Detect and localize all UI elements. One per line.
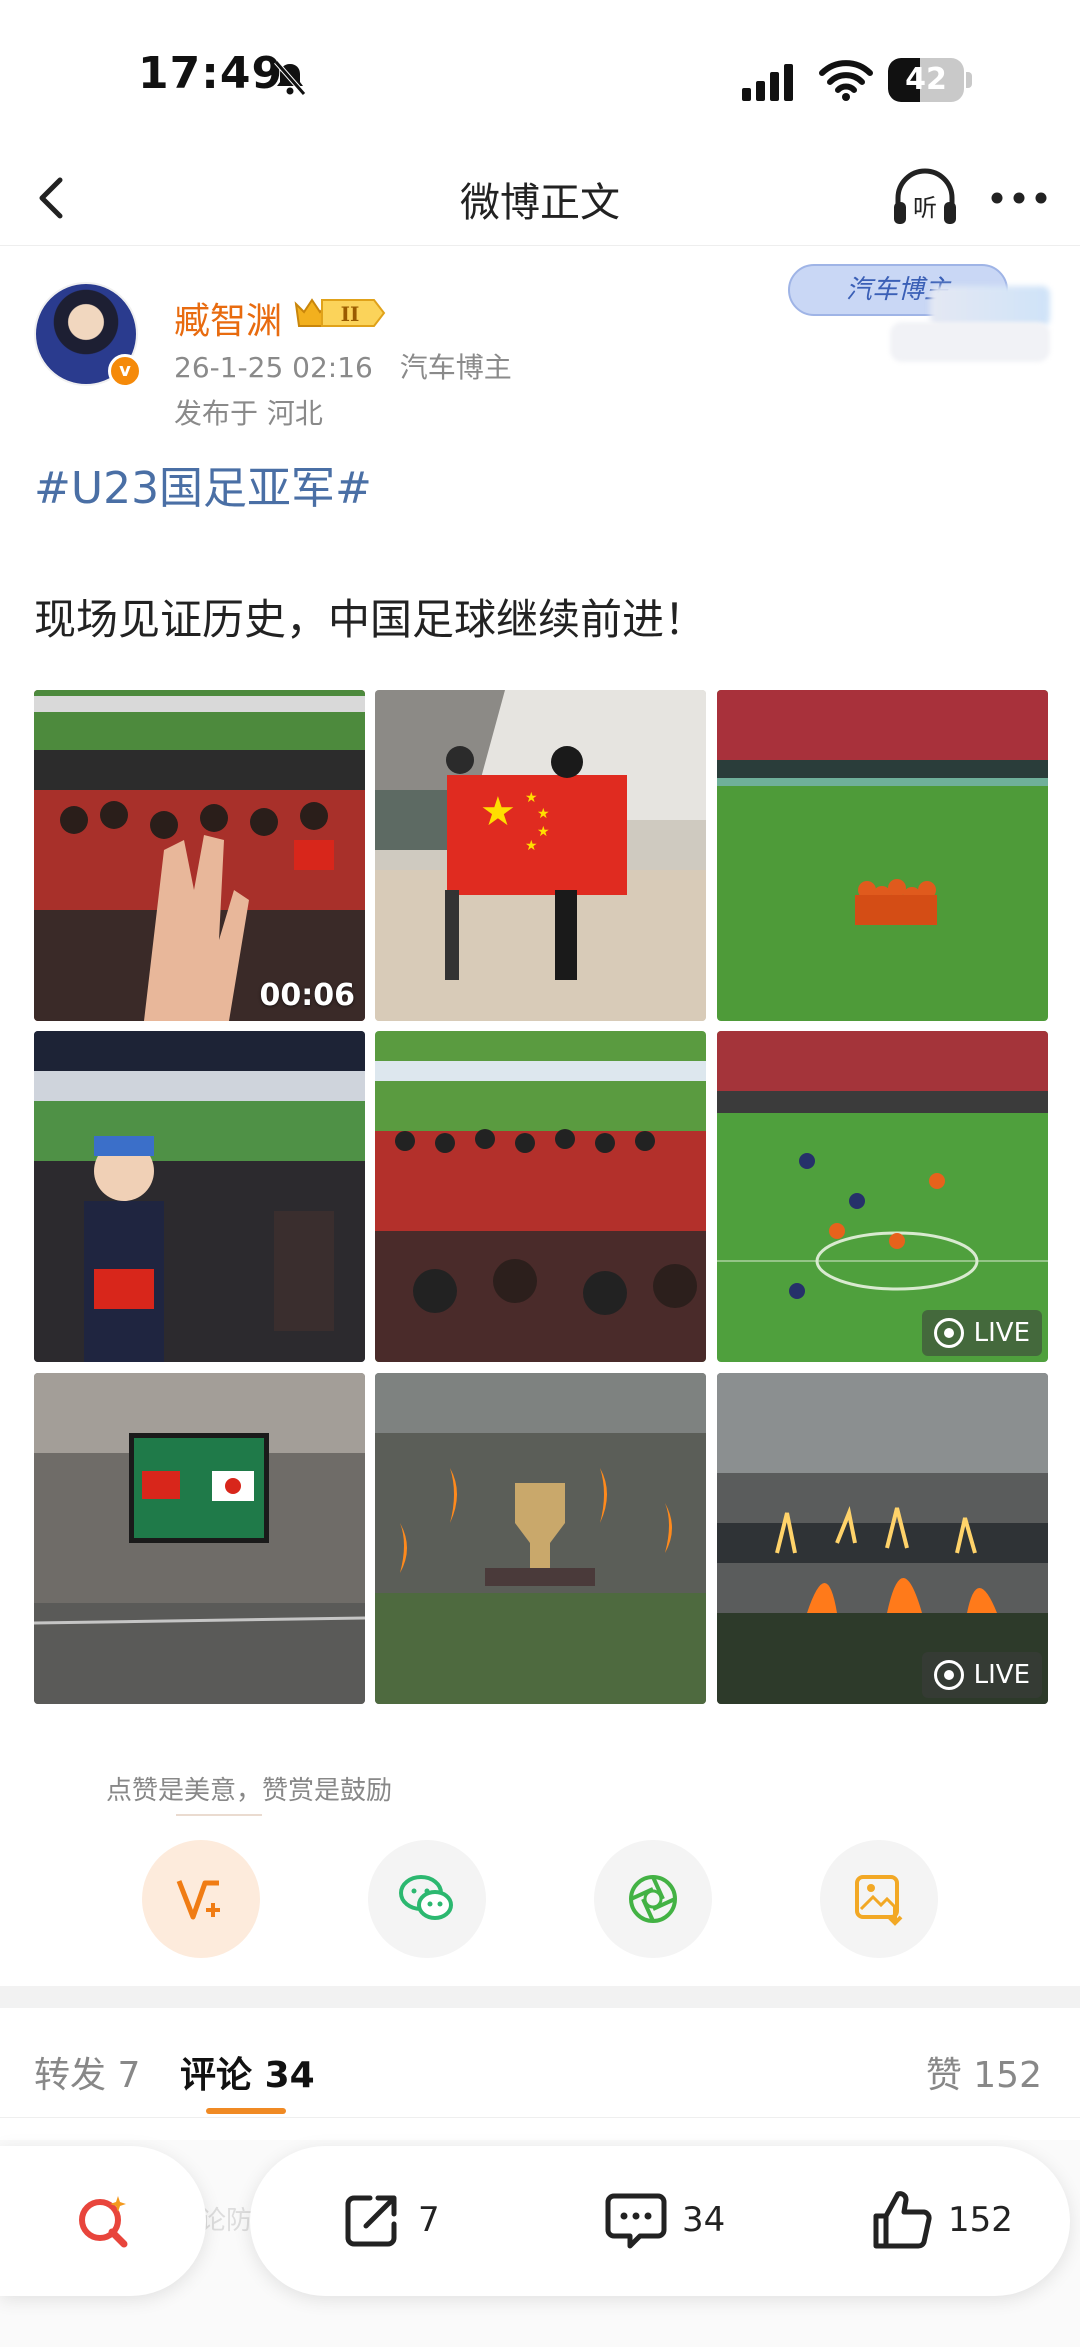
repost-button[interactable]: 7	[340, 2188, 480, 2254]
blurred-region	[890, 322, 1050, 362]
headphone-icon[interactable]: 听	[890, 164, 960, 230]
comment-count: 34	[682, 2200, 726, 2240]
tab-comments-count: 34	[264, 2055, 315, 2096]
media-photo[interactable]: ★ ★ ★ ★ ★	[375, 690, 706, 1021]
svg-text:★: ★	[537, 824, 550, 840]
post-location: 发布于 河北	[174, 397, 323, 430]
fan-badge-area[interactable]: 汽车博主	[780, 258, 1060, 362]
like-button[interactable]: 152	[870, 2188, 1040, 2254]
post-meta: 26-1-25 02:16 汽车博主	[174, 346, 530, 386]
reward-button[interactable]	[142, 1840, 260, 1958]
reward-tip-pointer	[176, 1814, 262, 1816]
status-bar: 17:49 42	[0, 0, 1080, 150]
share-moments-button[interactable]	[594, 1840, 712, 1958]
reward-tip: 点赞是美意，赞赏是鼓励	[106, 1776, 393, 1806]
comment-icon	[605, 2193, 667, 2249]
svg-text:★: ★	[525, 790, 538, 806]
svg-text:★: ★	[480, 789, 516, 835]
like-icon	[873, 2191, 932, 2249]
bell-muted-icon	[274, 60, 306, 96]
post-date: 26-1-25 02:16	[174, 351, 373, 384]
search-icon	[79, 2196, 128, 2248]
tab-comments[interactable]: 评论 34	[180, 2046, 315, 2098]
media-live-photo[interactable]: LIVE	[717, 1031, 1048, 1362]
media-photo[interactable]	[717, 690, 1048, 1021]
listen-label: 听	[913, 194, 937, 222]
media-grid: 00:06 ★ ★ ★ ★ ★ LIVE LIVE	[34, 690, 1048, 1704]
section-divider	[0, 1986, 1080, 2008]
share-wechat-button[interactable]	[368, 1840, 486, 1958]
video-duration: 00:06	[259, 978, 356, 1013]
share-icon	[345, 2195, 397, 2247]
photo-players-and-fans	[375, 1031, 706, 1362]
blurred-region	[930, 286, 1050, 326]
photo-team-huddle	[717, 690, 1048, 1021]
live-label: LIVE	[973, 1660, 1030, 1690]
post-text: 现场见证历史，中国足球继续前进！	[34, 595, 707, 644]
vip-crown-badge-icon[interactable]: II	[292, 294, 386, 332]
status-time: 17:49	[138, 48, 284, 99]
tab-likes-label: 赞	[925, 2055, 962, 2096]
svg-text:★: ★	[525, 838, 538, 854]
post-source: 汽车博主	[399, 351, 512, 384]
photo-trophy-ceremony	[375, 1373, 706, 1704]
tab-reposts-label: 转发	[34, 2055, 107, 2096]
media-photo[interactable]	[375, 1031, 706, 1362]
tab-reposts[interactable]: 转发 7	[34, 2046, 140, 2098]
more-icon[interactable]	[988, 176, 1050, 220]
live-badge: LIVE	[921, 1652, 1042, 1698]
save-image-icon	[855, 1875, 903, 1926]
media-photo[interactable]	[34, 1031, 365, 1362]
wifi-icon	[819, 60, 873, 101]
wechat-icon	[399, 1875, 453, 1920]
active-tab-indicator	[206, 2108, 286, 2114]
tab-likes[interactable]: 赞 152	[926, 2046, 1042, 2098]
reward-icon	[176, 1880, 220, 1920]
live-label: LIVE	[973, 1318, 1030, 1348]
media-photo[interactable]	[34, 1373, 365, 1704]
tab-reposts-count: 7	[117, 2055, 141, 2096]
verified-badge-icon: v	[108, 354, 142, 388]
media-video[interactable]: 00:06	[34, 690, 365, 1021]
live-badge: LIVE	[921, 1310, 1042, 1356]
moments-icon	[629, 1875, 677, 1923]
cellular-signal-icon	[742, 64, 793, 101]
author-name[interactable]: 臧智渊	[174, 292, 282, 344]
hashtag-link[interactable]: #U23国足亚军#	[34, 452, 372, 516]
photo-stadium-crowd	[34, 690, 365, 1021]
battery-indicator: 42	[888, 58, 972, 102]
comment-preview-text: 论防	[200, 2206, 253, 2236]
photo-fan-with-flag	[34, 1031, 365, 1362]
interaction-tabs: 转发 7 评论 34 赞 152	[0, 2008, 1080, 2118]
svg-text:★: ★	[537, 806, 550, 822]
comment-button[interactable]: 34	[604, 2188, 764, 2254]
vip-level: II	[341, 302, 360, 326]
photo-flag-outside-stadium: ★ ★ ★ ★ ★	[375, 690, 706, 1021]
save-image-button[interactable]	[820, 1840, 938, 1958]
tab-likes-count: 152	[973, 2055, 1042, 2096]
battery-level: 42	[905, 62, 947, 97]
repost-count: 7	[418, 2200, 440, 2240]
bottom-action-bar: 7 34 152	[250, 2146, 1070, 2296]
nav-bar: 微博正文 听	[0, 150, 1080, 246]
media-live-photo[interactable]: LIVE	[717, 1373, 1048, 1704]
live-icon	[933, 1660, 964, 1690]
like-count: 152	[948, 2200, 1013, 2240]
tab-comments-label: 评论	[180, 2055, 253, 2096]
ai-search-button[interactable]	[0, 2146, 206, 2296]
media-photo[interactable]	[375, 1373, 706, 1704]
live-icon	[933, 1318, 964, 1348]
photo-scoreboard	[34, 1373, 365, 1704]
